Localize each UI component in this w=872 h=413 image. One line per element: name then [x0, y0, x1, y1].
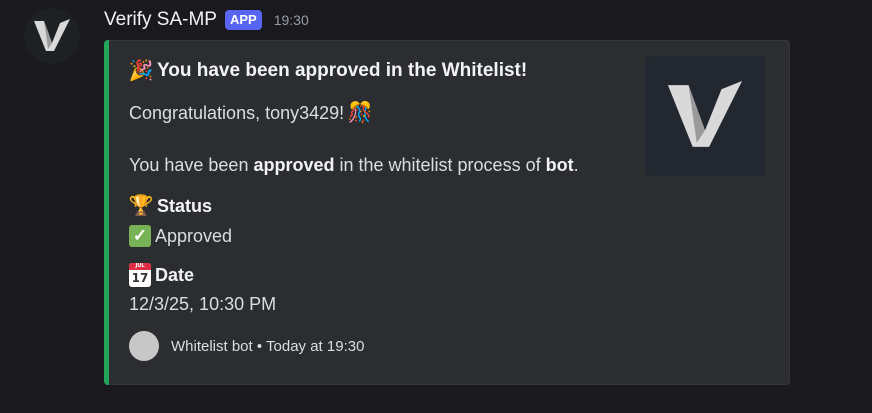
body-text-suffix: . [573, 155, 579, 175]
body-text-prefix: You have been [129, 155, 254, 175]
embed-accent-bar [104, 40, 109, 385]
field-status-value: ✓ Approved [129, 225, 232, 247]
message-timestamp[interactable]: 19:30 [274, 12, 309, 28]
trophy-icon: 🏆 [128, 195, 154, 217]
message-header: Verify SA-MP APP 19:30 [104, 6, 309, 34]
confetti-ball-icon: 🎊 [347, 102, 373, 124]
body-bold-bot: bot [545, 155, 574, 175]
embed-thumbnail[interactable] [645, 56, 765, 176]
app-badge: APP [224, 10, 262, 30]
verify-logo-icon [667, 81, 743, 147]
embed-card: 🎉 You have been approved in the Whitelis… [104, 40, 790, 385]
body-bold-approved: approved [253, 155, 335, 175]
field-name-text: Status [157, 195, 213, 216]
author-name[interactable]: Verify SA-MP [104, 9, 217, 31]
field-status-name: 🏆 Status [129, 194, 212, 218]
footer-avatar-icon [129, 331, 159, 361]
greeting-text: Congratulations, tony3429! [129, 102, 345, 123]
embed-title-text: You have been approved in the Whitelist! [157, 60, 528, 81]
check-mark-icon: ✓ [129, 225, 151, 247]
embed-greeting: Congratulations, tony3429! 🎊 [129, 101, 373, 125]
body-text-mid: in the whitelist process of [334, 155, 546, 175]
field-name-text: Date [155, 264, 195, 285]
verify-logo-icon [34, 19, 70, 51]
calendar-icon: JUL 17 [129, 263, 151, 287]
party-popper-icon: 🎉 [128, 60, 154, 82]
footer-text: Whitelist bot • Today at 19:30 [171, 337, 365, 355]
field-date-name: JUL 17 Date [129, 263, 194, 287]
embed-footer: Whitelist bot • Today at 19:30 [129, 331, 364, 361]
author-avatar[interactable] [24, 8, 80, 64]
embed-title: 🎉 You have been approved in the Whitelis… [128, 59, 528, 83]
field-value-text: 12/3/25, 10:30 PM [129, 294, 277, 314]
field-value-text: Approved [155, 225, 233, 246]
field-date-value: 12/3/25, 10:30 PM [129, 294, 276, 315]
embed-body: You have been approved in the whitelist … [129, 155, 579, 176]
